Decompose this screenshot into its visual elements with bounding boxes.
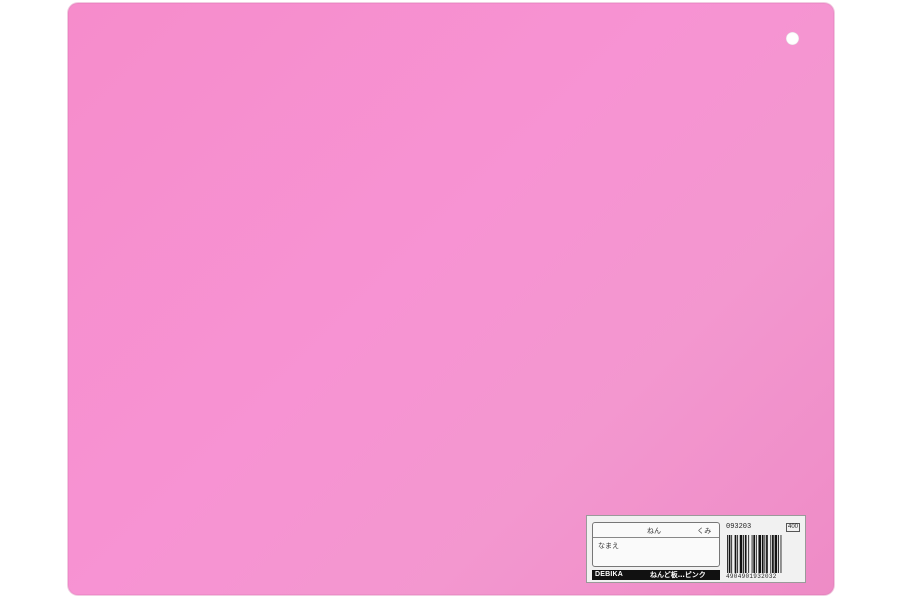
barcode-number: 4904901932032 bbox=[726, 573, 777, 580]
product-label-sticker: ねん くみ なまえ DEBIKA ねんど板…ピンク 093203 400 490… bbox=[586, 515, 806, 583]
name-label: なまえ bbox=[598, 542, 619, 550]
price-tag: 400 bbox=[786, 523, 801, 532]
brand-strip: DEBIKA ねんど板…ピンク bbox=[592, 570, 720, 580]
brand-logo: DEBIKA bbox=[595, 571, 624, 578]
product-name: ねんど板…ピンク bbox=[650, 571, 706, 579]
clay-board: ねん くみ なまえ DEBIKA ねんど板…ピンク 093203 400 490… bbox=[68, 3, 834, 595]
class-label: くみ bbox=[697, 527, 712, 535]
product-photo: ねん くみ なまえ DEBIKA ねんど板…ピンク 093203 400 490… bbox=[0, 0, 900, 600]
product-code: 093203 bbox=[726, 523, 752, 531]
name-field-divider bbox=[593, 537, 719, 538]
barcode-icon bbox=[727, 535, 782, 573]
name-field-box: ねん くみ なまえ bbox=[592, 522, 720, 567]
grade-label: ねん bbox=[647, 527, 661, 535]
hanging-hole bbox=[786, 32, 799, 45]
